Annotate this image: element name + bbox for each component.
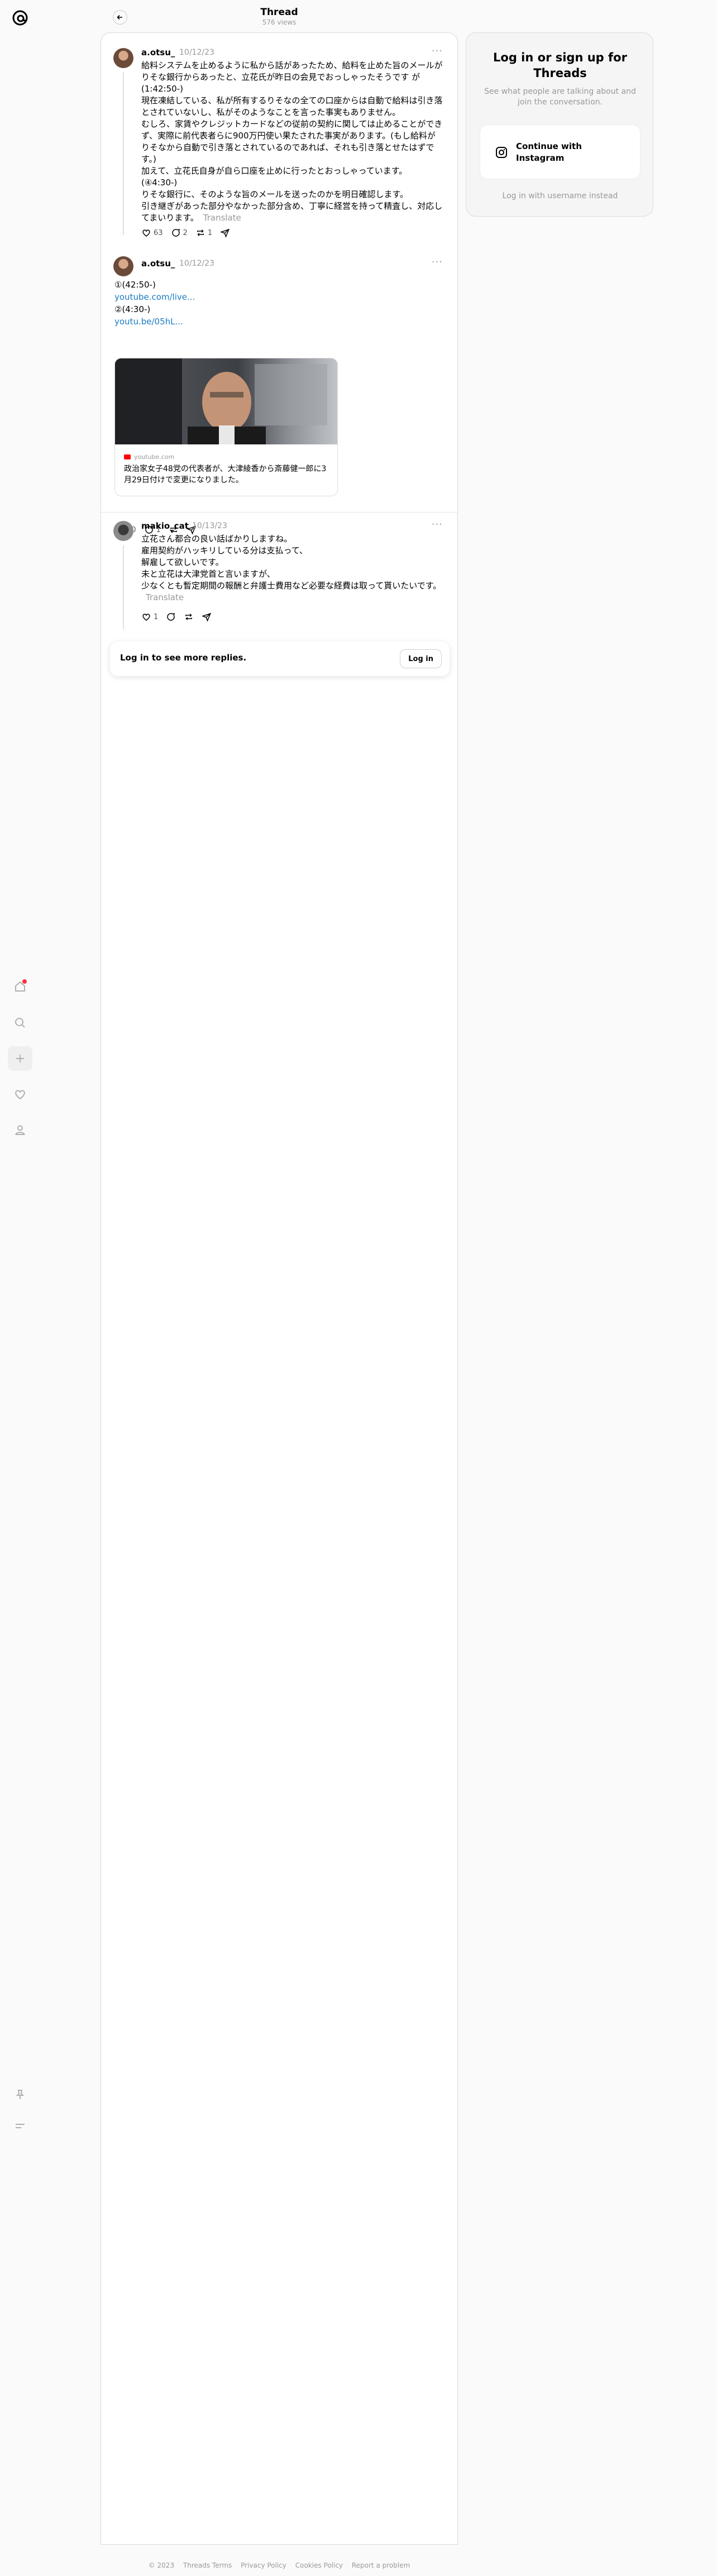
instagram-button-label: Continue with Instagram	[516, 141, 582, 163]
login-replies-text: Log in to see more replies.	[120, 653, 247, 663]
continue-with-instagram-button[interactable]: Continue with Instagram	[480, 125, 640, 179]
post-timestamp: 10/13/23	[192, 521, 227, 530]
nav-pin[interactable]	[8, 2082, 32, 2107]
link-preview-card[interactable]: youtube.com 政治家女子48党の代表者が、大津綾香から斎藤健一郎に3月…	[114, 358, 338, 496]
footer-link-privacy[interactable]: Privacy Policy	[241, 2561, 286, 2569]
translate-link[interactable]: Translate	[203, 213, 241, 223]
nav-home[interactable]	[8, 974, 32, 999]
heart-icon	[142, 614, 150, 621]
view-count: 576 views	[262, 18, 297, 26]
login-panel-title: Log in or sign up for Threads	[493, 51, 627, 80]
more-options-button[interactable]: ···	[432, 519, 443, 530]
heart-icon	[142, 229, 150, 237]
profile-icon	[15, 1125, 25, 1135]
youtube-link[interactable]: youtube.com/live...	[114, 291, 427, 303]
post-body: 立花さん都合の良い話ばかりしますね。 雇用契約がハッキリしている分は支払って、 …	[141, 533, 443, 604]
post-paragraph: 立花さん都合の良い話ばかりしますね。 雇用契約がハッキリしている分は支払って、 …	[141, 533, 443, 604]
avatar[interactable]	[113, 521, 133, 541]
username-login-link[interactable]: Log in with username instead	[477, 191, 643, 200]
send-icon	[220, 228, 230, 238]
reply-button[interactable]: 2	[171, 228, 188, 238]
post-username[interactable]: a.otsu_	[141, 47, 175, 58]
post-username[interactable]: makio_cat	[141, 521, 189, 531]
footer-link-terms[interactable]: Threads Terms	[183, 2561, 232, 2569]
like-button[interactable]: 63	[141, 228, 163, 238]
footer-copyright: © 2023	[148, 2561, 175, 2569]
post-timestamp: 10/12/23	[179, 259, 214, 268]
video-thumbnail	[115, 358, 337, 449]
post-paragraph-text: 引き継ぎがあった部分やなかった部分含め、丁寧に経営を持って精査し、対応してまいり…	[141, 201, 443, 223]
translate-link[interactable]: Translate	[146, 592, 184, 602]
sidebar-nav	[0, 0, 40, 2576]
more-options-button[interactable]: ···	[432, 45, 443, 57]
post-timestamp: 10/12/23	[179, 48, 214, 57]
menu-icon	[16, 2124, 25, 2128]
post-paragraph: 引き継ぎがあった部分やなかった部分含め、丁寧に経営を持って精査し、対応してまいり…	[141, 200, 443, 224]
more-options-button[interactable]: ···	[432, 256, 443, 268]
post-line: ②(4:30-)	[114, 304, 151, 314]
post-paragraph: 給料システムを止めるように私から話があったため、給料を止めた旨のメールがりそな銀…	[141, 60, 443, 94]
link-host: youtube.com	[124, 453, 174, 461]
like-count: 1	[154, 612, 159, 621]
repost-button[interactable]	[184, 612, 194, 622]
comment-icon	[167, 612, 175, 621]
thread-post: a.otsu_ 10/12/23 ··· ①(42:50-) youtube.c…	[101, 256, 458, 535]
link-host-text: youtube.com	[134, 453, 175, 461]
footer-link-report[interactable]: Report a problem	[352, 2561, 410, 2569]
avatar[interactable]	[113, 48, 133, 68]
repost-button[interactable]: 1	[195, 228, 212, 238]
post-paragraph: 加えて、立花氏自身が自ら口座を止めに行ったとおっしゃっています。(④4:30-)	[141, 166, 408, 188]
thread-header: Thread 576 views	[101, 0, 458, 29]
video-title: 政治家女子48党の代表者が、大津綾香から斎藤健一郎に3月29日付けで変更になりま…	[124, 465, 327, 485]
login-panel-subtitle: See what people are talking about and jo…	[484, 87, 636, 107]
reply-button[interactable]	[166, 612, 176, 622]
send-icon	[202, 612, 212, 622]
thread-feed: a.otsu_ 10/12/23 ··· 給料システムを止めるように私から話があ…	[101, 32, 458, 2545]
post-body: 給料システムを止めるように私から話があったため、給料を止めた旨のメールがりそな銀…	[141, 60, 443, 224]
repost-icon	[197, 229, 204, 236]
like-count: 63	[154, 228, 163, 237]
comment-icon	[171, 228, 180, 237]
repost-count: 1	[207, 228, 213, 237]
nav-profile[interactable]	[8, 1118, 32, 1142]
post-actions: 1	[141, 610, 219, 624]
thread-post: a.otsu_ 10/12/23 ··· 給料システムを止めるように私から話があ…	[101, 33, 458, 245]
nav-search[interactable]	[8, 1011, 32, 1035]
footer-link-cookies[interactable]: Cookies Policy	[295, 2561, 343, 2569]
post-body: ①(42:50-) youtube.com/live... ②(4:30-) y…	[114, 279, 427, 328]
like-button[interactable]: 1	[141, 612, 158, 622]
pin-icon	[16, 2090, 25, 2099]
post-paragraph: りそな銀行に、そのような旨のメールを送ったのかを明日確認します。	[141, 189, 409, 199]
repost-icon	[185, 614, 193, 620]
notification-dot	[22, 979, 27, 984]
share-button[interactable]	[202, 612, 212, 622]
post-paragraph: 現在凍結している、私が所有するりそなの全ての口座からは自動で給料は引き落とされて…	[141, 95, 443, 164]
login-panel: Log in or sign up for Threads See what p…	[466, 32, 653, 217]
thread-connector	[123, 72, 124, 235]
post-username[interactable]: a.otsu_	[141, 258, 175, 269]
search-icon	[15, 1018, 25, 1028]
footer: © 2023 Threads Terms Privacy Policy Cook…	[0, 2561, 558, 2569]
youtube-link[interactable]: youtu.be/05hL...	[114, 315, 427, 328]
post-line: ①(42:50-)	[114, 280, 156, 290]
youtube-icon	[124, 454, 131, 459]
share-button[interactable]	[220, 228, 230, 238]
login-for-replies-banner: Log in to see more replies. Log in	[110, 641, 450, 676]
avatar[interactable]	[113, 256, 133, 276]
reply-count: 2	[183, 228, 188, 237]
post-paragraph-text: 立花さん都合の良い話ばかりしますね。 雇用契約がハッキリしている分は支払って、 …	[141, 534, 442, 591]
plus-icon	[16, 1055, 24, 1062]
page-title: Thread	[260, 7, 298, 18]
thread-connector	[123, 545, 124, 629]
thread-post: makio_cat 10/13/23 ··· 立花さん都合の良い話ばかりしますね…	[101, 519, 458, 630]
nav-activity[interactable]	[8, 1082, 32, 1107]
instagram-icon	[496, 147, 507, 158]
heart-icon	[15, 1090, 25, 1100]
post-divider	[101, 512, 457, 513]
nav-create[interactable]	[8, 1046, 32, 1071]
post-actions: 63 2 1	[141, 226, 238, 240]
nav-menu[interactable]	[8, 2114, 32, 2138]
login-button[interactable]: Log in	[400, 649, 442, 668]
